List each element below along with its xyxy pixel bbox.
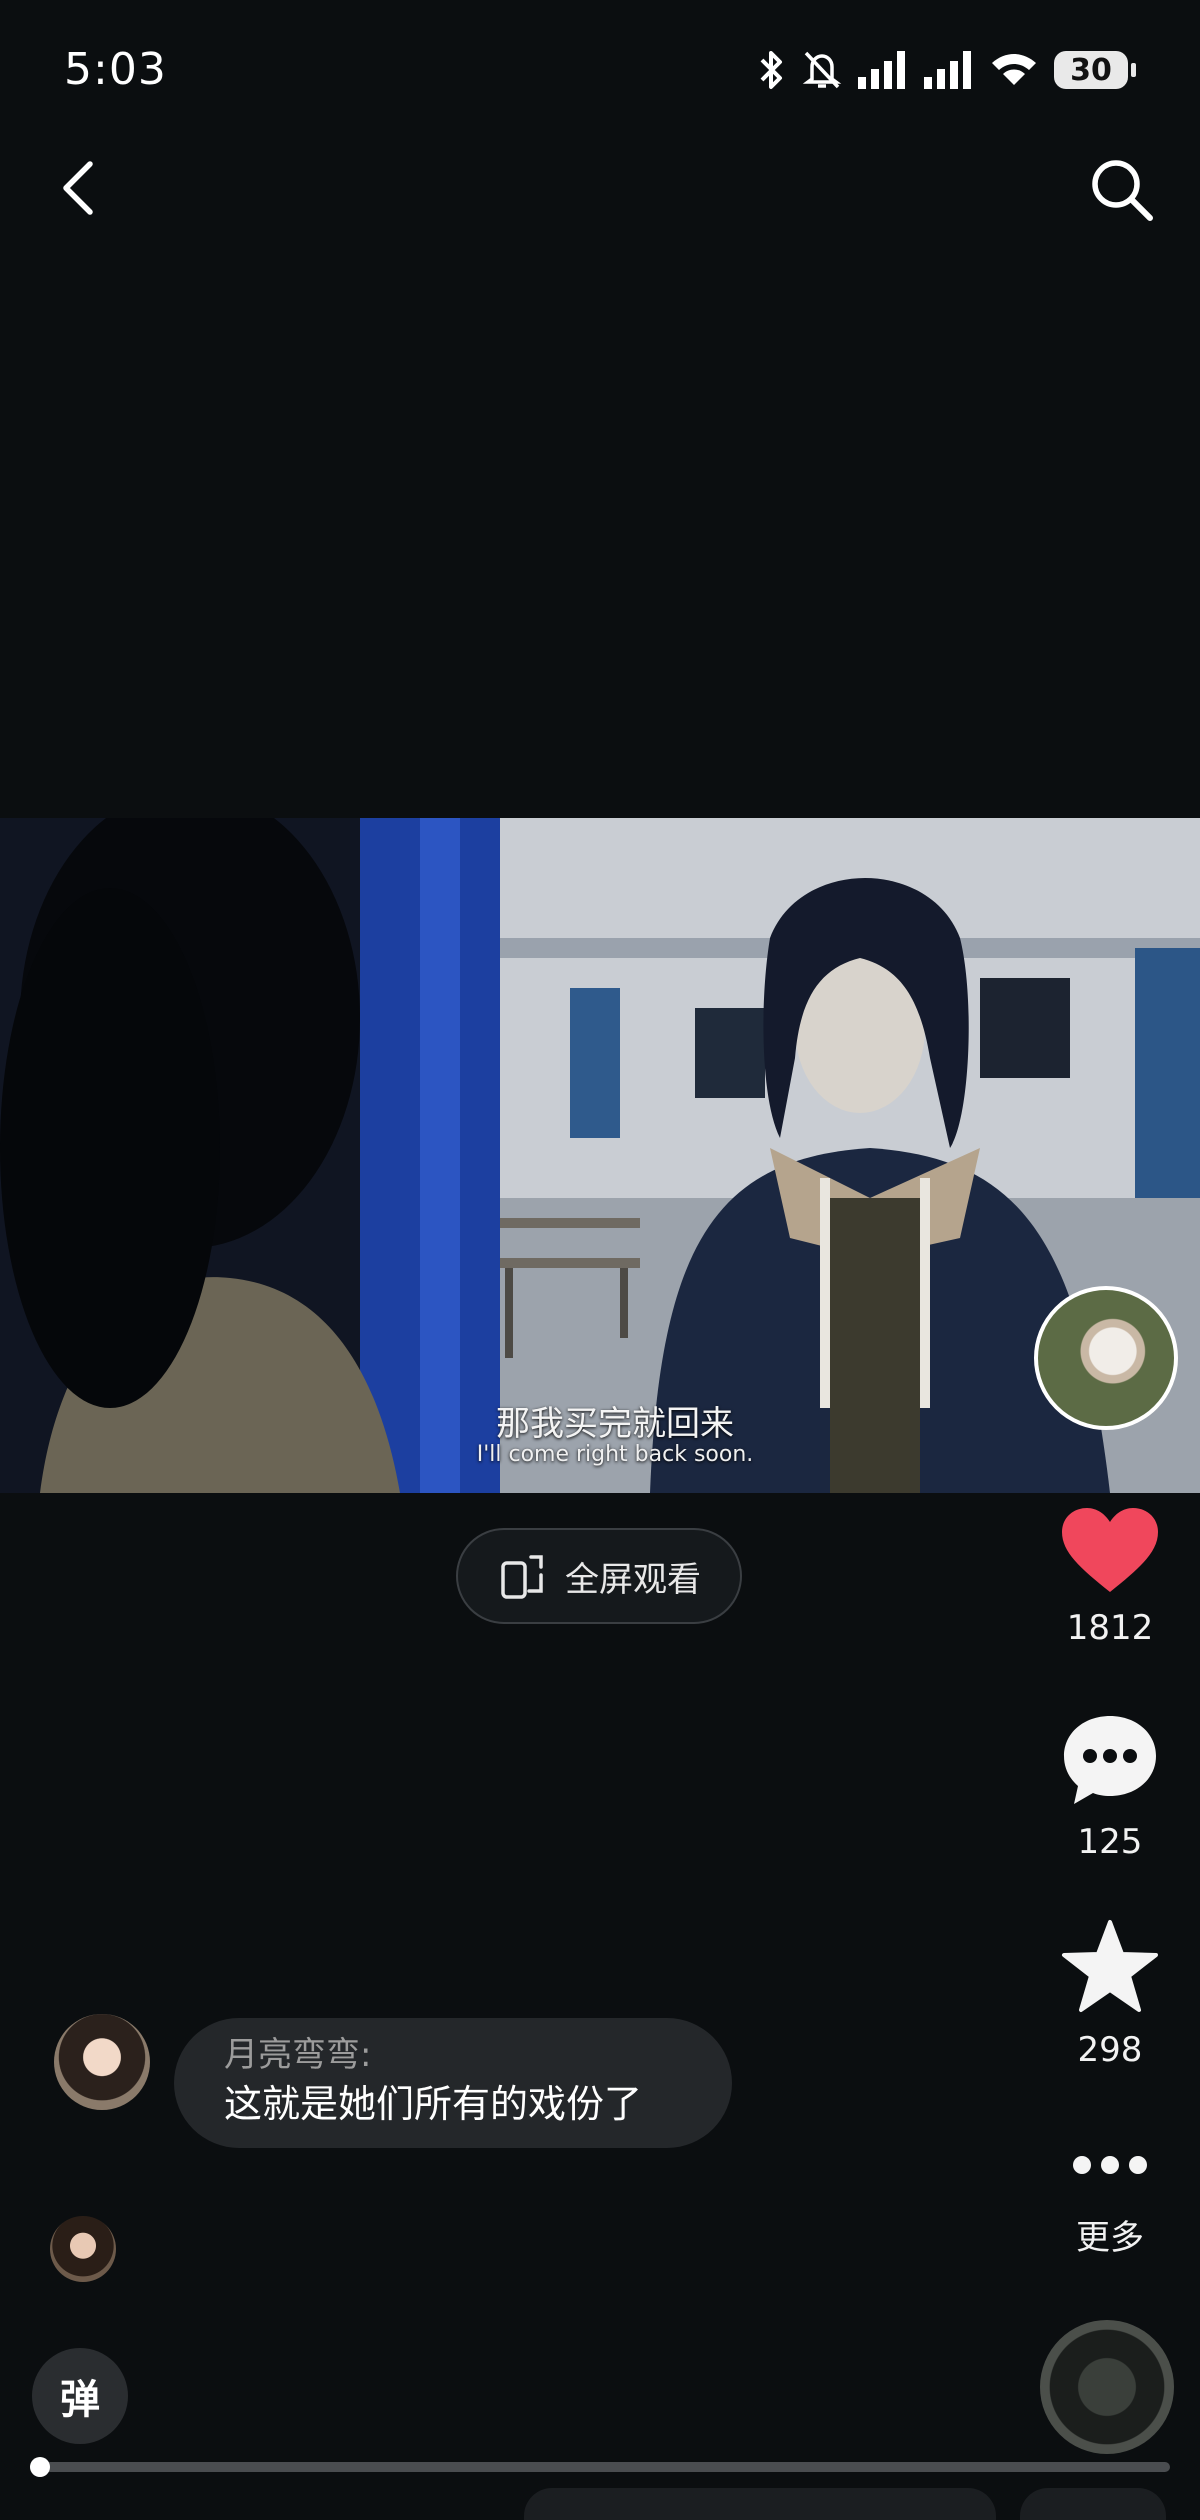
comment-button[interactable]: 125: [1030, 1710, 1190, 1862]
more-label: 更多: [1076, 2218, 1144, 2258]
search-button[interactable]: [1084, 152, 1160, 228]
mute-bell-icon: [802, 51, 842, 89]
status-icons: 30: [758, 48, 1136, 92]
bluetooth-icon: [760, 51, 782, 89]
battery-icon: 30: [1054, 51, 1136, 89]
star-icon: [1062, 1920, 1158, 2012]
favorite-count: 298: [1077, 2030, 1143, 2070]
video-progress-bar[interactable]: [30, 2457, 1170, 2477]
comment-count: 125: [1077, 1822, 1143, 1862]
status-time: 5:03: [64, 44, 167, 95]
status-bar: 5:03 30: [0, 0, 1200, 140]
bottom-panel-left: [524, 2488, 996, 2520]
signal-icon: [924, 51, 971, 89]
danmaku-label: 弹: [60, 2377, 100, 2423]
favorite-button[interactable]: 298: [1030, 1918, 1190, 2070]
more-button[interactable]: 更多: [1030, 2150, 1190, 2259]
signal-icon: [858, 51, 905, 89]
rotate-screen-icon: [501, 1555, 543, 1599]
like-button[interactable]: 1812: [1030, 1506, 1190, 1648]
back-button[interactable]: [50, 152, 110, 224]
like-count: 1812: [1066, 1608, 1154, 1648]
comment-bubble[interactable]: 月亮弯弯: 这就是她们所有的戏份了: [174, 2018, 732, 2148]
video-page: 5:03 30 那我买完就回来 I'll come right back soo…: [0, 0, 1200, 2520]
music-disc[interactable]: [1040, 2320, 1174, 2454]
comment-author: 月亮弯弯:: [224, 2035, 372, 2075]
video-player[interactable]: 那我买完就回来 I'll come right back soon.: [0, 818, 1200, 1493]
subtitle-chinese: 那我买完就回来: [496, 1404, 734, 1444]
author-avatar[interactable]: [1034, 1286, 1178, 1430]
subtitle-english: I'll come right back soon.: [476, 1442, 754, 1467]
viewer-avatar[interactable]: [50, 2216, 116, 2282]
fullscreen-label: 全屏观看: [565, 1559, 701, 1600]
heart-icon: [1062, 1508, 1158, 1592]
comment-text: 这就是她们所有的戏份了: [224, 2082, 643, 2126]
more-dots-icon: [1073, 2156, 1147, 2174]
fullscreen-button[interactable]: 全屏观看: [456, 1528, 742, 1624]
bottom-panel-right: [1020, 2488, 1166, 2520]
video-frame: [0, 818, 1200, 1493]
wifi-icon: [992, 54, 1036, 85]
progress-knob[interactable]: [30, 2457, 50, 2477]
commenter-avatar[interactable]: [54, 2014, 150, 2110]
danmaku-toggle[interactable]: 弹: [32, 2348, 128, 2444]
chat-bubble-icon: [1064, 1716, 1156, 1804]
